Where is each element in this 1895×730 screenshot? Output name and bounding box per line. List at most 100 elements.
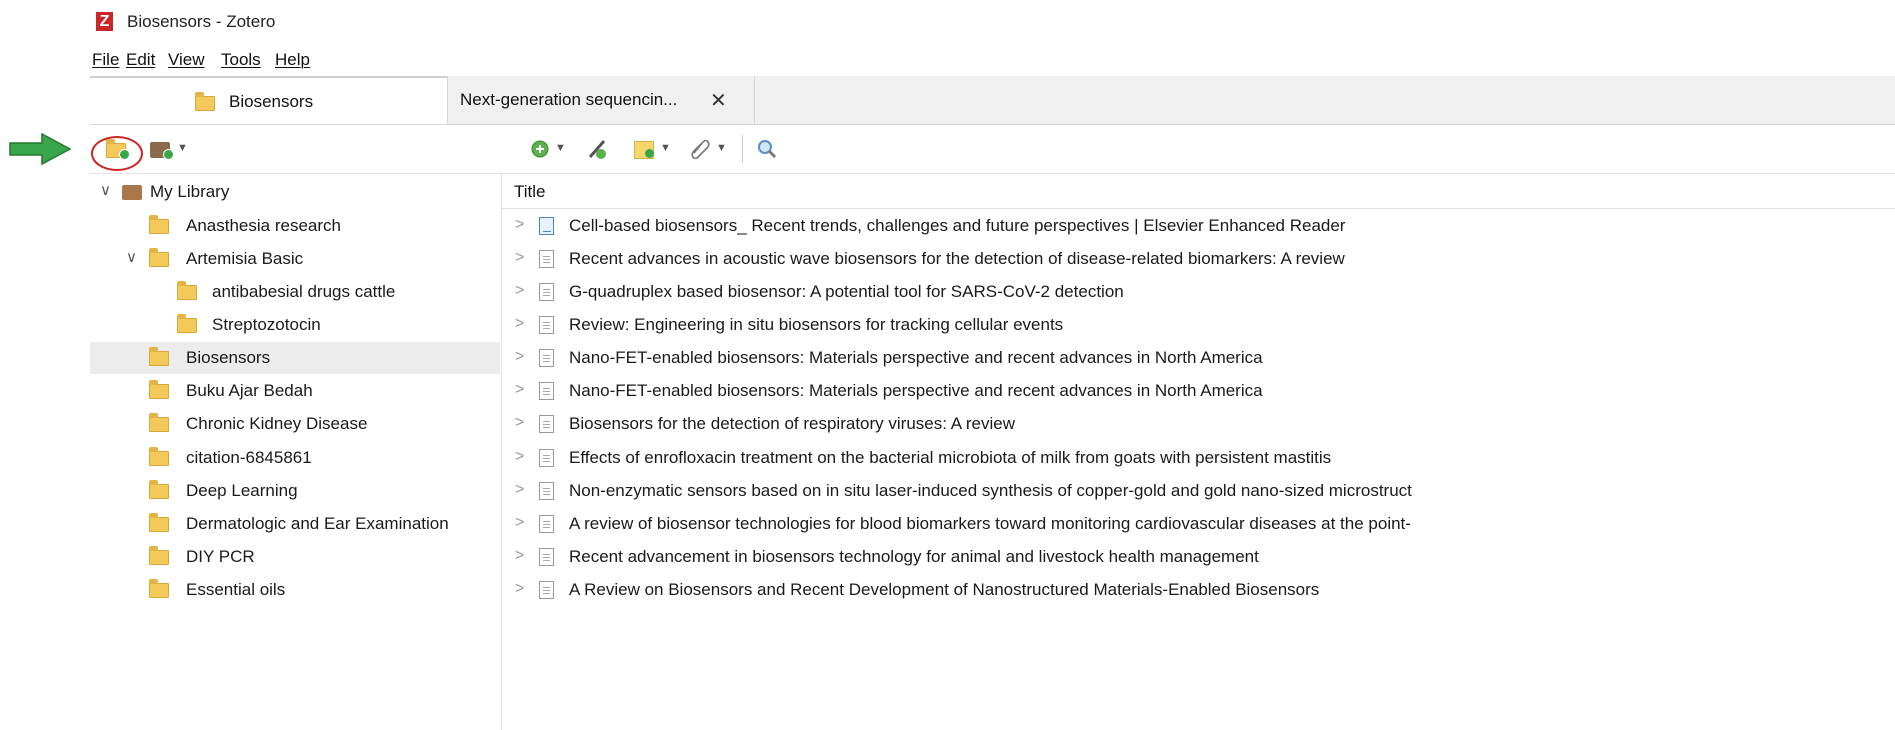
item-row[interactable]: > Review: Engineering in situ biosensors… (502, 309, 1895, 341)
tree-item-antibabesial-drugs-cattle[interactable]: antibabesial drugs cattle (90, 276, 500, 308)
tree-item-label: Biosensors (186, 348, 271, 367)
item-title: Biosensors for the detection of respirat… (569, 414, 1015, 433)
tree-item-chronic-kidney-disease[interactable]: Chronic Kidney Disease (90, 408, 500, 440)
document-icon (539, 548, 554, 566)
new-item-icon (531, 140, 549, 158)
add-attachment-button[interactable]: ▼ (688, 137, 732, 161)
document-icon (539, 250, 554, 268)
item-title: A Review on Biosensors and Recent Develo… (569, 580, 1320, 599)
item-row[interactable]: > Recent advances in acoustic wave biose… (502, 243, 1895, 275)
new-note-button[interactable]: ▼ (634, 139, 674, 161)
new-library-button[interactable]: ▼ (150, 139, 190, 160)
item-row[interactable]: > A review of biosensor technologies for… (502, 508, 1895, 540)
folder-icon (149, 546, 169, 565)
item-row[interactable]: > Cell-based biosensors_ Recent trends, … (502, 210, 1895, 242)
menu-edit[interactable]: Edit (126, 50, 155, 70)
tab-next-generation-sequencing[interactable]: Next-generation sequencin... ✕ (448, 76, 755, 124)
tree-item-label: Buku Ajar Bedah (186, 381, 313, 400)
folder-icon (149, 248, 169, 267)
toolbar: ▼ ▼ ▼ ▼ (90, 125, 1895, 174)
chevron-right-icon[interactable]: > (515, 216, 524, 234)
annotation-ring (91, 136, 143, 171)
document-icon (539, 515, 554, 533)
tree-item-anasthesia-research[interactable]: Anasthesia research (90, 210, 500, 242)
folder-icon (149, 413, 169, 432)
chevron-right-icon[interactable]: > (515, 249, 524, 267)
column-header-title[interactable]: Title (502, 174, 1895, 209)
chevron-right-icon[interactable]: > (515, 414, 524, 432)
chevron-right-icon[interactable]: > (515, 514, 524, 532)
tab-label: Next-generation sequencin... (460, 90, 678, 109)
chevron-down-icon: ▼ (555, 142, 566, 154)
item-row[interactable]: > Effects of enrofloxacin treatment on t… (502, 442, 1895, 474)
tree-item-essential-oils[interactable]: Essential oils (90, 574, 500, 606)
item-row[interactable]: > Recent advancement in biosensors techn… (502, 541, 1895, 573)
tree-item-artemisia-basic[interactable]: ∨ Artemisia Basic (90, 243, 500, 275)
tree-item-citation-6845861[interactable]: citation-6845861 (90, 442, 500, 474)
tab-label: Biosensors (229, 92, 314, 111)
chevron-right-icon[interactable]: > (515, 448, 524, 466)
title-bar: Z Biosensors - Zotero (90, 0, 1895, 44)
document-icon (539, 382, 554, 400)
tree-item-dermatologic-and-ear-examination[interactable]: Dermatologic and Ear Examination (90, 508, 500, 540)
new-item-button[interactable]: ▼ (530, 139, 570, 161)
item-row[interactable]: > G-quadruplex based biosensor: A potent… (502, 276, 1895, 308)
chevron-down-icon: ▼ (716, 142, 727, 154)
item-title: Nano-FET-enabled biosensors: Materials p… (569, 381, 1263, 400)
tree-item-label: Deep Learning (186, 481, 298, 500)
menu-view[interactable]: View (168, 50, 205, 70)
plus-badge-icon (645, 149, 654, 158)
close-tab-icon[interactable]: ✕ (710, 88, 727, 113)
tree-item-label: DIY PCR (186, 547, 255, 566)
folder-icon (149, 579, 169, 598)
chevron-right-icon[interactable]: > (515, 547, 524, 565)
chevron-down-icon[interactable]: ∨ (126, 248, 137, 266)
tab-biosensors[interactable]: Biosensors (90, 76, 448, 124)
document-icon (539, 349, 554, 367)
folder-icon (149, 347, 169, 366)
search-button[interactable] (756, 138, 778, 160)
menu-bar: File Edit View Tools Help (90, 44, 1895, 74)
tree-item-streptozotocin[interactable]: Streptozotocin (90, 309, 500, 341)
chevron-right-icon[interactable]: > (515, 381, 524, 399)
item-row[interactable]: > Non-enzymatic sensors based on in situ… (502, 475, 1895, 507)
menu-tools[interactable]: Tools (221, 50, 261, 70)
tree-item-deep-learning[interactable]: Deep Learning (90, 475, 500, 507)
chevron-right-icon[interactable]: > (515, 481, 524, 499)
chevron-right-icon[interactable]: > (515, 282, 524, 300)
document-icon (539, 415, 554, 433)
folder-icon (149, 447, 169, 466)
green-arrow-icon (9, 132, 72, 166)
tab-bar: Biosensors Next-generation sequencin... … (90, 76, 1895, 125)
menu-file[interactable]: File (92, 50, 119, 70)
item-row[interactable]: > Nano-FET-enabled biosensors: Materials… (502, 375, 1895, 407)
item-row[interactable]: > Biosensors for the detection of respir… (502, 408, 1895, 440)
chevron-right-icon[interactable]: > (515, 580, 524, 598)
item-row[interactable]: > A Review on Biosensors and Recent Deve… (502, 574, 1895, 606)
webpage-icon (539, 217, 554, 235)
tree-item-label: Artemisia Basic (186, 249, 304, 268)
add-by-identifier-button[interactable] (586, 137, 610, 161)
folder-icon (149, 380, 169, 399)
search-icon (758, 140, 777, 159)
folder-icon (149, 513, 169, 532)
document-icon (539, 449, 554, 467)
item-title: Cell-based biosensors_ Recent trends, ch… (569, 216, 1346, 235)
folder-icon (195, 92, 215, 111)
item-row[interactable]: > Nano-FET-enabled biosensors: Materials… (502, 342, 1895, 374)
tree-item-buku-ajar-bedah[interactable]: Buku Ajar Bedah (90, 375, 500, 407)
items-pane: Title > Cell-based biosensors_ Recent tr… (501, 174, 1895, 730)
chevron-right-icon[interactable]: > (515, 348, 524, 366)
plus-badge-icon (163, 149, 174, 160)
chevron-down-icon[interactable]: ∨ (100, 181, 111, 199)
tree-item-my-library[interactable]: ∨ My Library (90, 176, 500, 208)
tree-item-biosensors[interactable]: Biosensors (90, 342, 500, 374)
menu-help[interactable]: Help (275, 50, 310, 70)
zotero-window: Z Biosensors - Zotero File Edit View Too… (90, 0, 1895, 730)
chevron-right-icon[interactable]: > (515, 315, 524, 333)
document-icon (539, 482, 554, 500)
tree-item-label: Anasthesia research (186, 216, 341, 235)
paperclip-icon (691, 139, 710, 160)
item-title: Non-enzymatic sensors based on in situ l… (569, 481, 1412, 500)
tree-item-diy-pcr[interactable]: DIY PCR (90, 541, 500, 573)
